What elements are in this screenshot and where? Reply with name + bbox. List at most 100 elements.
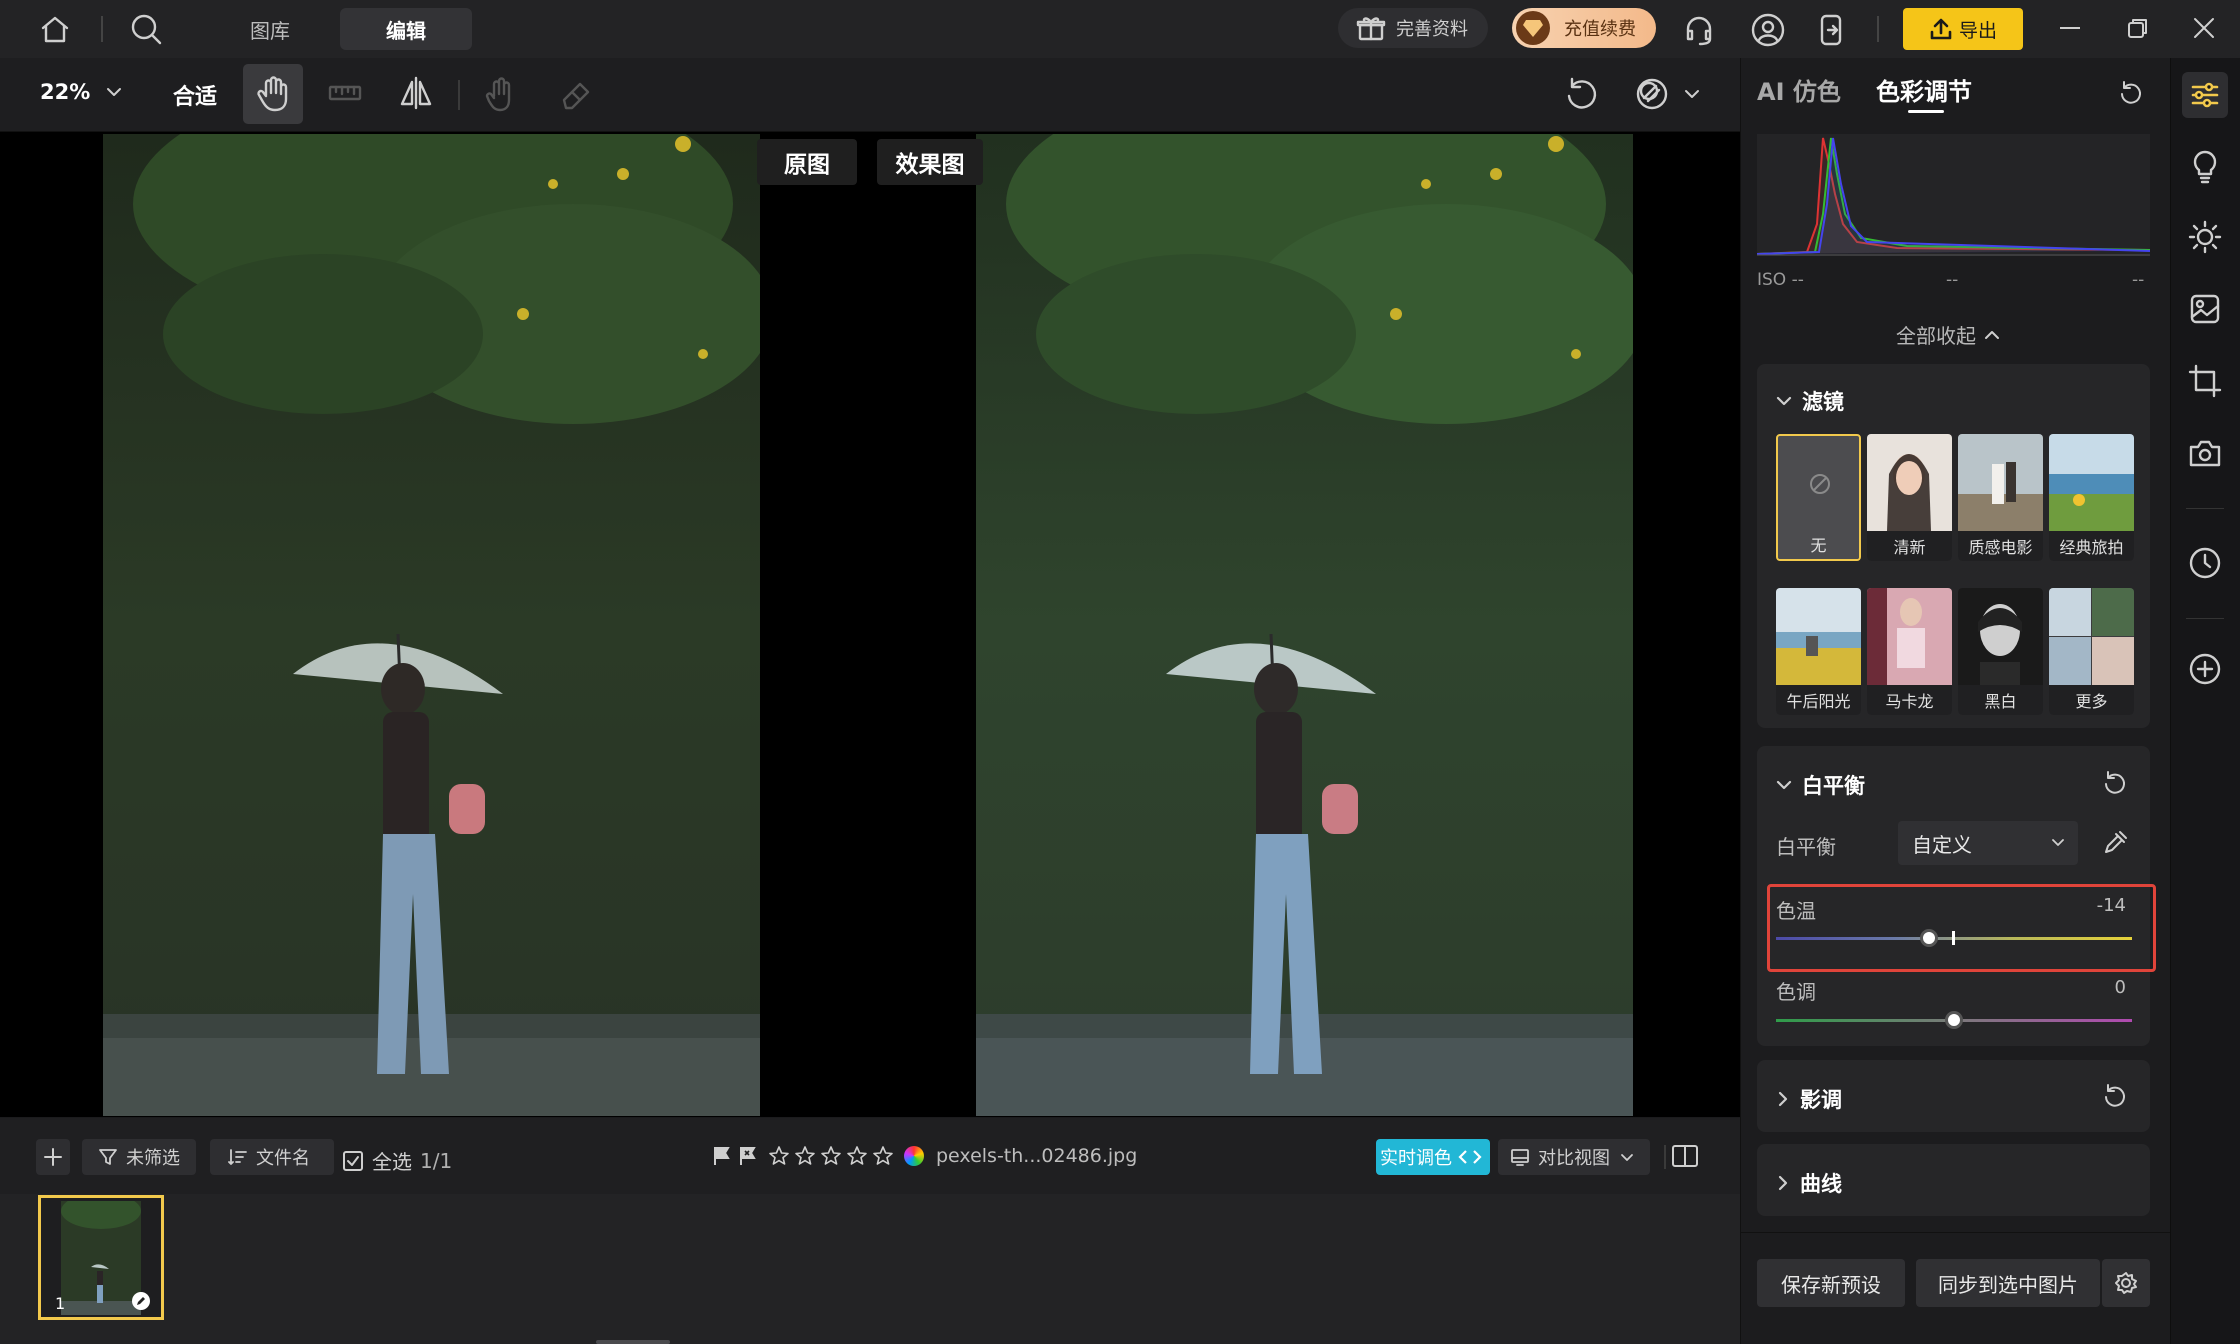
wb-mode-value: 自定义 [1912,832,1972,857]
logout-icon[interactable] [1816,12,1850,48]
thumb-image [61,1201,141,1315]
file-name: pexels-th...02486.jpg [936,1145,1138,1167]
reset-icon[interactable] [2102,1083,2128,1109]
select-all-checkbox[interactable]: 全选 1/1 [342,1146,452,1175]
undo-icon[interactable] [1564,76,1600,112]
filter-preview [1867,434,1952,531]
filter-button[interactable]: 未筛选 [82,1139,196,1175]
white-balance-header[interactable]: 白平衡 [1776,770,1865,800]
reject-flag-icon[interactable] [738,1145,758,1167]
add-button[interactable] [36,1139,70,1175]
filter-preview [2049,434,2134,531]
export-button[interactable]: 导出 [1903,8,2023,50]
image-tool-button[interactable] [2182,286,2228,332]
filter-label: 经典旅拍 [2049,531,2134,561]
filter-label: 无 [1778,529,1859,559]
star-icon[interactable] [768,1145,790,1167]
star-icon[interactable] [794,1145,816,1167]
eyedropper-icon[interactable] [2102,830,2128,856]
flag-icon[interactable] [712,1145,732,1167]
top-bar: 图库 编辑 完善资料 充值续费 导出 [0,0,2240,58]
filter-none[interactable]: 无 [1776,434,1861,561]
fit-button[interactable]: 合适 [173,79,217,111]
compare-view-select[interactable]: 对比视图 [1498,1139,1650,1175]
tab-color-adjust[interactable]: 色彩调节 [1876,72,1972,107]
camera-tool-button[interactable] [2182,430,2228,476]
thumb-index: 1 [55,1294,66,1313]
restore-icon[interactable] [2126,16,2150,40]
tab-library[interactable]: 图库 [222,8,318,50]
filters-header[interactable]: 滤镜 [1776,386,1844,416]
recharge-button[interactable]: 充值续费 [1512,8,1656,48]
gift-icon [1356,17,1386,41]
plus-circle-icon [2189,653,2221,685]
save-preset-button[interactable]: 保存新预设 [1757,1259,1905,1307]
close-icon[interactable] [2192,16,2216,40]
crop-tool-button[interactable] [2182,358,2228,404]
filter-preview [1958,434,2043,531]
zoom-select[interactable]: 22% [40,80,122,104]
temperature-slider-thumb[interactable] [1920,929,1939,947]
add-tool-button[interactable] [2182,646,2228,692]
minimize-icon[interactable] [2060,27,2080,29]
color-label-icon[interactable] [904,1146,924,1166]
filter-film[interactable]: 质感电影 [1958,434,2043,561]
headset-icon[interactable] [1682,13,1716,47]
overlay-menu[interactable] [1634,76,1700,112]
divider [2186,618,2224,619]
complete-profile-label: 完善资料 [1396,19,1468,40]
divider [458,80,460,110]
filter-more[interactable]: 更多 [2049,588,2134,715]
camera-icon [2189,440,2221,467]
export-label: 导出 [1958,19,1997,42]
wb-mode-select[interactable]: 自定义 [1898,821,2078,865]
star-icon[interactable] [820,1145,842,1167]
flip-icon[interactable] [398,76,434,110]
tone-header[interactable]: 影调 [1778,1084,1842,1114]
temperature-value: -14 [2096,895,2126,916]
star-rating[interactable] [768,1145,894,1167]
sort-button[interactable]: 文件名 [210,1139,334,1175]
curve-header[interactable]: 曲线 [1778,1168,1842,1198]
history-tool-button[interactable] [2182,540,2228,586]
settings-button[interactable] [2102,1259,2150,1307]
gear-icon [2115,1272,2137,1294]
filmstrip-thumb[interactable]: 1 [38,1195,164,1320]
filmstrip-scrollbar[interactable] [596,1340,670,1344]
filter-travel[interactable]: 经典旅拍 [2049,434,2134,561]
code-brackets-icon [1458,1150,1482,1164]
filter-fresh[interactable]: 清新 [1867,434,1952,561]
search-icon[interactable] [128,11,164,47]
collapse-all-button[interactable]: 全部收起 [1896,320,2000,349]
user-icon[interactable] [1750,12,1786,48]
select-all-label: 全选 [372,1150,412,1174]
reset-icon[interactable] [2102,770,2128,796]
filter-bw[interactable]: 黑白 [1958,588,2043,715]
tab-edit[interactable]: 编辑 [340,8,472,50]
chevron-down-icon [2052,839,2064,846]
tab-ai-imitate[interactable]: AI 仿色 [1757,72,1841,107]
split-view-icon[interactable] [1671,1143,1699,1169]
ruler-icon [328,78,362,108]
filter-label: 午后阳光 [1776,685,1861,715]
divider [101,16,103,42]
complete-profile-button[interactable]: 完善资料 [1338,8,1488,48]
divider [1877,16,1879,42]
sync-button[interactable]: 同步到选中图片 [1916,1259,2100,1307]
star-icon[interactable] [872,1145,894,1167]
star-icon[interactable] [846,1145,868,1167]
hand-tool-button[interactable] [243,64,303,124]
filter-macaron[interactable]: 马卡龙 [1867,588,1952,715]
eraser-icon [558,76,594,112]
tint-slider-thumb[interactable] [1945,1011,1963,1029]
filter-label: 黑白 [1958,685,2043,715]
filter-afternoon[interactable]: 午后阳光 [1776,588,1861,715]
light-tool-button[interactable] [2182,214,2228,260]
realtime-toggle[interactable]: 实时调色 [1376,1139,1490,1175]
adjust-tool-button[interactable] [2182,72,2228,118]
reset-all-icon[interactable] [2118,80,2144,106]
filter-preview [1958,588,2043,685]
home-icon[interactable] [38,12,72,46]
select-hand-icon [484,76,518,112]
bulb-tool-button[interactable] [2182,144,2228,190]
